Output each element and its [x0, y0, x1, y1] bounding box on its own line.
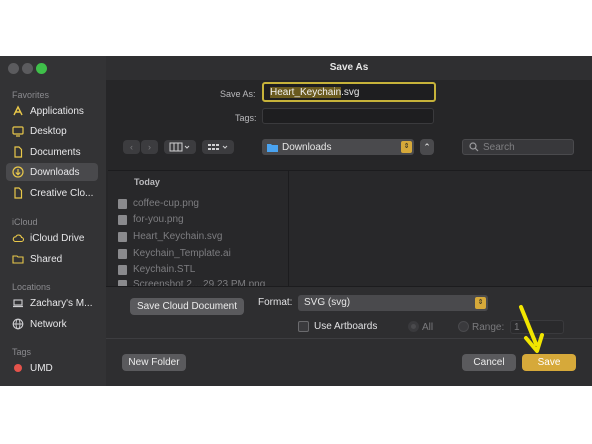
save-button[interactable]: Save [522, 354, 576, 371]
filename-extension-text: .svg [341, 87, 360, 98]
sidebar-item-label: iCloud Drive [30, 232, 85, 244]
filename-selected-text: Heart_Keychain [270, 87, 342, 98]
applications-icon [12, 105, 24, 117]
columns-view-icon [169, 142, 190, 152]
sidebar-item-tag-umd[interactable]: UMD [6, 359, 98, 377]
format-label: Format: [258, 297, 293, 308]
section-header-today: Today [134, 177, 160, 187]
file-row[interactable]: Keychain_Template.ai [118, 248, 231, 259]
sidebar-item-icloud-drive[interactable]: iCloud Drive [6, 229, 98, 247]
file-browser: Today coffee-cup.png for-you.png Heart_K… [108, 170, 592, 290]
back-button[interactable]: ‹ [123, 140, 140, 154]
chevron-up-icon: ⌃ [423, 141, 431, 152]
view-mode-button[interactable] [164, 140, 196, 154]
new-folder-button[interactable]: New Folder [122, 354, 186, 371]
sidebar-item-computer[interactable]: Zachary's M... [6, 294, 98, 312]
window-title: Save As [329, 62, 369, 73]
image-file-icon [118, 214, 127, 225]
browser-column-1: Today coffee-cup.png for-you.png Heart_K… [108, 171, 289, 290]
range-radio-label: Range: [472, 322, 505, 333]
chevron-left-icon: ‹ [130, 142, 133, 152]
format-popup-value: SVG (svg) [304, 297, 351, 308]
sidebar-item-downloads[interactable]: Downloads [6, 163, 98, 181]
tags-label: Tags: [235, 113, 257, 123]
search-placeholder: Search [483, 141, 515, 153]
folder-icon [267, 143, 278, 152]
document-icon [12, 187, 24, 199]
desktop-icon [12, 125, 24, 137]
file-row[interactable]: coffee-cup.png [118, 198, 199, 209]
sidebar-item-network[interactable]: Network [6, 315, 98, 333]
sidebar-item-creative-cloud[interactable]: Creative Clo... [6, 184, 98, 202]
sidebar-heading-favorites: Favorites [12, 90, 50, 100]
search-icon [469, 142, 479, 152]
all-radio-label: All [422, 322, 434, 333]
title-bar: Save As [106, 56, 592, 81]
location-popup[interactable]: Downloads ⇕ [262, 139, 414, 155]
document-file-icon [118, 264, 127, 275]
close-window-button[interactable] [8, 63, 19, 74]
use-artboards-checkbox[interactable] [298, 321, 309, 332]
zoom-window-button[interactable] [36, 63, 47, 74]
sidebar-item-applications[interactable]: Applications [6, 102, 98, 120]
file-row[interactable]: for-you.png [118, 214, 184, 225]
sidebar-item-label: Creative Clo... [30, 187, 94, 199]
sidebar-item-label: Documents [30, 146, 81, 158]
sidebar: Favorites Applications Desktop Documents… [0, 56, 107, 386]
sidebar-item-label: Desktop [30, 125, 67, 137]
sidebar-item-label: Network [30, 318, 67, 330]
image-file-icon [118, 198, 127, 209]
sidebar-item-label: Zachary's M... [30, 297, 93, 309]
globe-icon [12, 318, 24, 330]
sidebar-heading-icloud: iCloud [12, 217, 38, 227]
downloads-icon [12, 166, 24, 178]
expand-collapse-button[interactable]: ⌃ [420, 139, 434, 155]
save-as-input[interactable]: Heart_Keychain.svg [262, 82, 436, 102]
use-artboards-label: Use Artboards [314, 321, 378, 332]
group-by-button[interactable] [202, 140, 234, 154]
file-row[interactable]: Keychain.STL [118, 264, 195, 275]
popup-chevrons-icon: ⇕ [475, 297, 486, 309]
cloud-icon [12, 232, 24, 244]
save-as-dialog: Favorites Applications Desktop Documents… [0, 56, 592, 386]
location-popup-label: Downloads [282, 141, 332, 153]
sidebar-heading-tags: Tags [12, 347, 32, 357]
tags-input[interactable] [262, 108, 434, 124]
sidebar-item-shared[interactable]: Shared [6, 250, 98, 268]
documents-icon [12, 146, 24, 158]
sidebar-item-label: Downloads [30, 166, 80, 178]
sidebar-item-documents[interactable]: Documents [6, 143, 98, 161]
save-cloud-document-button[interactable]: Save Cloud Document [130, 298, 244, 315]
grid-view-icon [208, 144, 228, 150]
format-popup[interactable]: SVG (svg) ⇕ [298, 295, 488, 311]
laptop-icon [12, 297, 24, 309]
search-input[interactable]: Search [462, 139, 574, 155]
shared-folder-icon [12, 253, 24, 265]
sidebar-item-label: Shared [30, 253, 63, 265]
sidebar-item-label: Applications [30, 105, 84, 117]
svg-file-icon [118, 231, 127, 242]
chevron-right-icon: › [148, 142, 151, 152]
file-row[interactable]: Heart_Keychain.svg [118, 231, 223, 242]
all-radio[interactable] [408, 321, 419, 332]
save-as-label: Save As: [220, 89, 256, 99]
forward-button[interactable]: › [141, 140, 158, 154]
range-radio[interactable] [458, 321, 469, 332]
cancel-button[interactable]: Cancel [462, 354, 516, 371]
annotation-arrow-icon [519, 305, 544, 353]
minimize-window-button[interactable] [22, 63, 33, 74]
popup-chevrons-icon: ⇕ [401, 141, 412, 153]
tag-color-dot-icon [12, 362, 24, 374]
document-file-icon [118, 248, 127, 259]
sidebar-item-desktop[interactable]: Desktop [6, 122, 98, 140]
sidebar-item-label: UMD [30, 362, 53, 374]
sidebar-heading-locations: Locations [12, 282, 51, 292]
